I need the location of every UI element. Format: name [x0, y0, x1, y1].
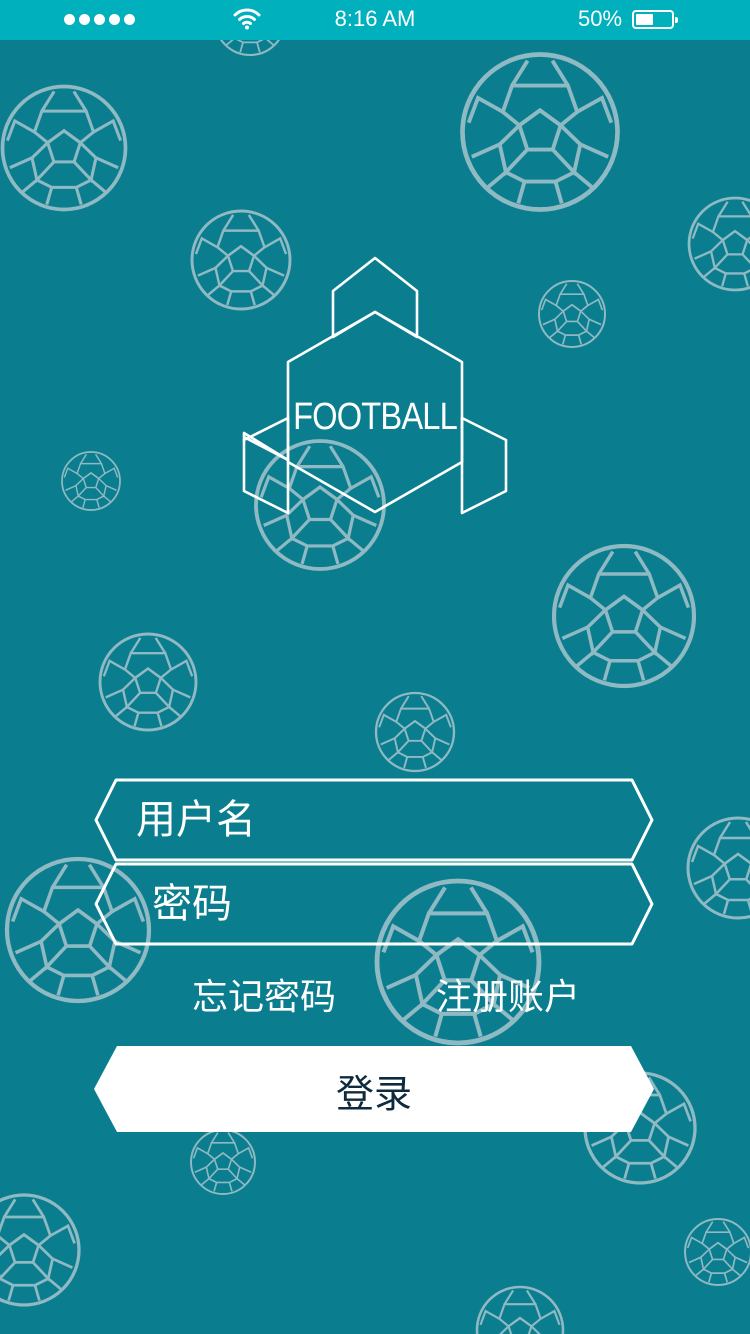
- login-screen: 8:16 AM 50% FOOTBALL 忘记密码 注册账户: [0, 0, 750, 1334]
- password-input[interactable]: [152, 870, 592, 938]
- username-input[interactable]: [136, 786, 576, 854]
- battery-icon: [632, 10, 678, 29]
- username-field[interactable]: [94, 778, 654, 862]
- status-bar: 8:16 AM 50%: [0, 0, 750, 40]
- login-button[interactable]: 登录: [93, 1045, 655, 1133]
- login-button-label: 登录: [335, 1072, 412, 1116]
- password-field[interactable]: [94, 862, 654, 946]
- logo-text: FOOTBALL: [293, 396, 458, 438]
- football-logo: [242, 256, 508, 515]
- register-link[interactable]: 注册账户: [436, 968, 580, 1020]
- battery-percent: 50%: [578, 6, 623, 31]
- soccer-ball-background: [0, 0, 750, 1334]
- forgot-password-link[interactable]: 忘记密码: [192, 968, 336, 1020]
